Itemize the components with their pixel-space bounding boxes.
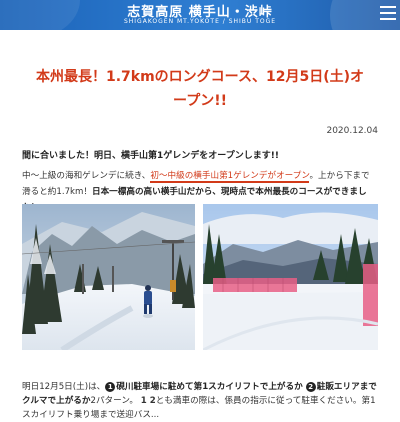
option-numbers: 1 2 xyxy=(140,396,156,406)
para-highlight: 初～中級の横手山第1ゲレンデがオープン xyxy=(150,171,310,183)
access-text-2: 2パターン。 xyxy=(90,396,139,406)
access-text-1: 明日12月5日(土)は、 xyxy=(22,382,106,392)
option-1: 硯川駐車場に駐めて第1スカイリフトで上がるか xyxy=(116,382,303,392)
slope-photo-right xyxy=(203,204,378,350)
post-date: 2020.12.04 xyxy=(326,126,378,136)
number-2-icon: 2 xyxy=(305,381,316,392)
site-header: 志賀高原 横手山・渋峠 SHIGAKOGEN MT.YOKOTE / SHIBU… xyxy=(0,0,400,30)
post-title: 本州最長！1.7kmのロングコース、12月5日(土)オープン!! xyxy=(35,69,365,109)
site-subtitle: SHIGAKOGEN MT.YOKOTE / SHIBU TOGE xyxy=(123,18,277,25)
post-lead: 間に合いました！明日、横手山第1ゲレンデをオープンします!! xyxy=(22,151,279,161)
para-text: 中～上級の海和ゲレンデに続き、 xyxy=(22,171,151,181)
number-1-icon: 1 xyxy=(105,381,116,392)
slope-photo-left xyxy=(22,204,195,350)
menu-icon[interactable] xyxy=(380,4,396,22)
access-info: 明日12月5日(土)は、 1 硯川駐車場に駐めて第1スカイリフトで上がるか 2 駐販エ… xyxy=(22,380,380,422)
